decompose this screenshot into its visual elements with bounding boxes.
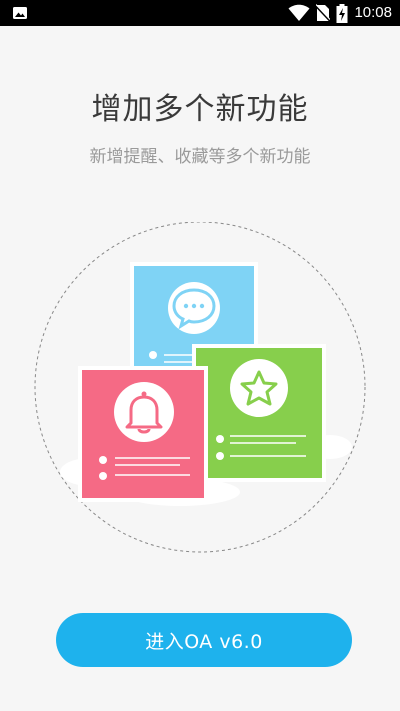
- no-sim-icon: [316, 4, 331, 22]
- features-illustration: [34, 222, 366, 553]
- page-title: 增加多个新功能: [91, 92, 309, 127]
- favorite-card: [192, 344, 326, 482]
- page-subtitle: 新增提醒、收藏等多个新功能: [89, 147, 311, 167]
- reminder-card: [78, 366, 208, 502]
- wifi-icon: [288, 4, 310, 21]
- status-time: 10:08: [354, 4, 392, 21]
- battery-charging-icon: [336, 3, 348, 23]
- status-bar: 10:08: [0, 0, 400, 26]
- enter-oa-button[interactable]: 进入OA v6.0: [56, 613, 352, 667]
- status-icons: 10:08: [288, 3, 392, 23]
- image-notification-icon: [13, 7, 27, 19]
- guide-screen: 10:08 增加多个新功能 新增提醒、收藏等多个新功能 进入OA v6.0: [0, 0, 400, 711]
